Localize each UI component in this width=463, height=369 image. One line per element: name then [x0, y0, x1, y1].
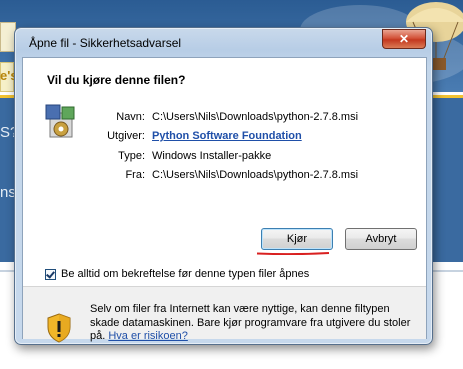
confirm-checkbox[interactable] — [45, 268, 56, 280]
name-value: C:\Users\Nils\Downloads\python-2.7.8.msi — [152, 111, 359, 123]
warning-text: Selv om filer fra Internett kan være nyt… — [90, 303, 415, 344]
risk-info-link[interactable]: Hva er risikoen? — [108, 330, 187, 342]
warning-panel: Selv om filer fra Internett kan være nyt… — [23, 286, 426, 343]
type-value: Windows Installer-pakke — [152, 150, 272, 162]
warning-shield-icon — [47, 313, 71, 343]
confirm-checkbox-row[interactable]: Be alltid om bekreftelse før denne typen… — [45, 267, 309, 281]
dialog-question: Vil du kjøre denne filen? — [47, 73, 186, 87]
dialog-content: Vil du kjøre denne filen? Navn: C:\Users… — [22, 57, 427, 343]
from-label: Fra: — [125, 169, 145, 181]
confirm-checkbox-label[interactable]: Be alltid om bekreftelse før denne typen… — [61, 268, 309, 280]
installer-package-icon — [45, 104, 75, 138]
dialog-title: Åpne fil - Sikkerhetsadvarsel — [29, 36, 182, 50]
close-button[interactable]: ✕ — [382, 29, 426, 49]
red-annotation-underline — [256, 252, 330, 255]
security-warning-dialog: Åpne fil - Sikkerhetsadvarsel ✕ Vil du k… — [14, 27, 433, 345]
cancel-button[interactable]: Avbryt — [345, 228, 417, 250]
run-button[interactable]: Kjør — [261, 228, 333, 250]
close-icon: ✕ — [398, 32, 410, 46]
from-value: C:\Users\Nils\Downloads\python-2.7.8.msi — [152, 169, 359, 181]
type-label: Type: — [118, 150, 145, 162]
publisher-label: Utgiver: — [107, 130, 145, 142]
name-label: Navn: — [116, 111, 145, 123]
publisher-link[interactable]: Python Software Foundation — [152, 130, 302, 142]
